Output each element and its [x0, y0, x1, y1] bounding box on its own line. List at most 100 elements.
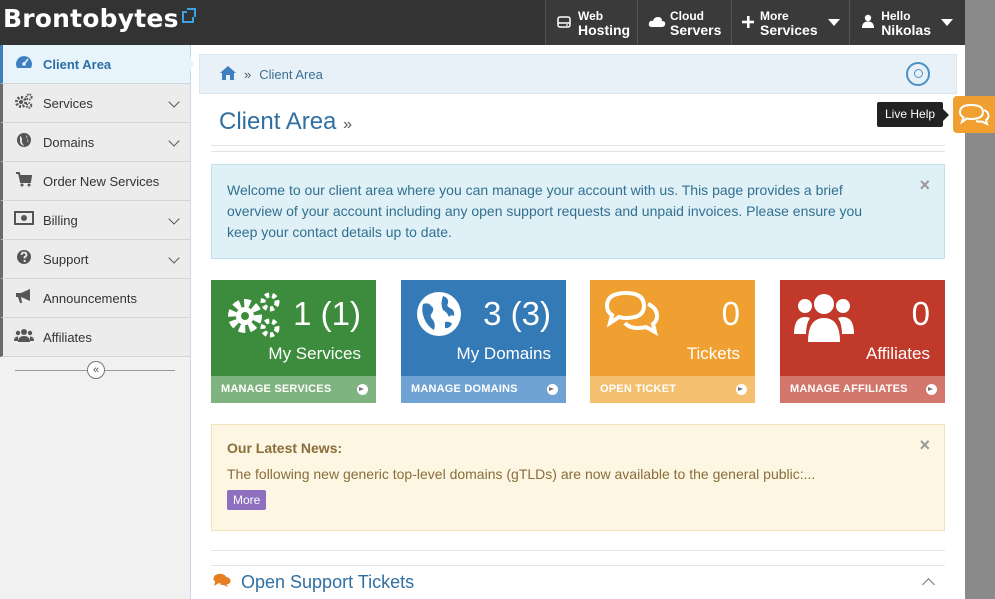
news-title: Our Latest News: [227, 440, 343, 456]
comments-icon [213, 573, 231, 592]
nav-user-name: Nikolas [881, 21, 931, 38]
sidebar-item-label: Client Area [43, 56, 112, 72]
nav-web-hosting-top: Web [578, 8, 604, 23]
tile-action-label: MANAGE AFFILIATES [790, 383, 908, 395]
page-title: Client Area » [219, 108, 352, 136]
collapse-sidebar-button[interactable]: « [87, 361, 105, 379]
chevron-down-icon [168, 135, 180, 147]
brand-name: Brontobytes [3, 4, 179, 33]
manage-domains-link[interactable]: MANAGE DOMAINS [401, 376, 566, 403]
sidebar-item-label: Services [43, 95, 93, 111]
nav-cloud-servers[interactable]: Cloud Servers [637, 0, 731, 45]
breadcrumb-current[interactable]: Client Area [259, 67, 323, 82]
page-title-suffix: » [343, 116, 352, 133]
tile-action-label: MANAGE DOMAINS [411, 383, 518, 395]
sidebar-item-domains[interactable]: Domains [0, 123, 190, 162]
sidebar-item-client-area[interactable]: Client Area [0, 45, 194, 84]
more-button[interactable]: More [227, 490, 267, 510]
live-help-tooltip: Live Help [877, 102, 950, 127]
chat-icon [958, 103, 990, 126]
tile-count: 0 [911, 295, 930, 332]
sidebar-item-announcements[interactable]: Announcements [0, 279, 190, 318]
close-icon[interactable]: × [919, 435, 930, 456]
tile-count: 0 [721, 295, 740, 332]
external-link-icon [181, 8, 196, 23]
nav-more-services[interactable]: More Services [731, 0, 849, 45]
gears-icon [13, 93, 35, 113]
tile-affiliates[interactable]: 0 Affiliates MANAGE AFFILIATES [780, 280, 945, 403]
close-icon[interactable]: × [919, 175, 930, 196]
chevron-down-icon [168, 252, 180, 264]
nav-web-hosting-bottom: Hosting [578, 21, 631, 38]
megaphone-icon [13, 288, 35, 308]
tile-services[interactable]: 1 (1) My Services MANAGE SERVICES [211, 280, 376, 403]
gears-icon [228, 292, 280, 338]
globe-icon [417, 292, 461, 336]
sidebar-item-services[interactable]: Services [0, 84, 190, 123]
tile-caption: Affiliates [866, 344, 930, 363]
sidebar-item-label: Support [43, 251, 89, 267]
open-ticket-link[interactable]: OPEN TICKET [590, 376, 755, 403]
cart-icon [13, 171, 35, 191]
tile-caption: Tickets [686, 344, 740, 363]
main-content: » Client Area Client Area » Welcome to o… [199, 45, 957, 599]
manage-affiliates-link[interactable]: MANAGE AFFILIATES [780, 376, 945, 403]
tile-caption: My Domains [456, 344, 551, 363]
divider [211, 145, 945, 146]
question-icon [13, 249, 35, 269]
cloud-icon [648, 15, 666, 31]
arrow-circle-right-icon [926, 384, 937, 395]
arrow-circle-right-icon [357, 384, 368, 395]
sidebar-item-order-new-services[interactable]: Order New Services [0, 162, 190, 201]
arrow-circle-right-icon [547, 384, 558, 395]
breadcrumb: » Client Area [199, 54, 957, 94]
tile-action-label: MANAGE SERVICES [221, 383, 332, 395]
welcome-text: Welcome to our client area where you can… [227, 182, 863, 240]
sidebar-collapse-row: « [0, 357, 190, 385]
tile-count: 1 (1) [293, 295, 361, 332]
users-icon [13, 327, 35, 347]
open-support-tickets-panel[interactable]: Open Support Tickets [211, 565, 945, 599]
chevron-down-icon [827, 19, 840, 26]
sidebar-item-billing[interactable]: Billing [0, 201, 190, 240]
sidebar-item-support[interactable]: Support [0, 240, 190, 279]
arrow-circle-right-icon [736, 384, 747, 395]
latest-news-panel: Our Latest News: The following new gener… [211, 424, 945, 531]
sidebar-item-label: Affiliates [43, 329, 92, 345]
money-icon [13, 211, 35, 229]
sidebar-item-label: Announcements [43, 290, 137, 306]
tile-caption: My Services [268, 344, 361, 363]
manage-services-link[interactable]: MANAGE SERVICES [211, 376, 376, 403]
tile-action-label: OPEN TICKET [600, 383, 677, 395]
dashboard-icon [13, 54, 35, 74]
chevron-up-icon[interactable] [922, 578, 935, 591]
nav-more-services-top: More [760, 8, 789, 23]
tickets-panel-title: Open Support Tickets [241, 572, 415, 592]
sidebar-item-affiliates[interactable]: Affiliates [0, 318, 190, 357]
sidebar-item-label: Domains [43, 134, 95, 150]
nav-cloud-servers-top: Cloud [670, 8, 704, 23]
tile-domains[interactable]: 3 (3) My Domains MANAGE DOMAINS [401, 280, 566, 403]
news-text: The following new generic top-level doma… [227, 466, 816, 482]
live-help-button[interactable] [953, 96, 995, 133]
tile-tickets[interactable]: 0 Tickets OPEN TICKET [590, 280, 755, 403]
nav-cloud-servers-bottom: Servers [670, 21, 722, 38]
brand-logo[interactable]: Brontobytes [3, 4, 196, 33]
nav-more-services-bottom: Services [760, 21, 818, 38]
nav-user-greeting: Hello [881, 8, 911, 23]
globe-icon [13, 132, 35, 152]
server-icon [556, 15, 572, 31]
search-icon[interactable] [906, 62, 930, 86]
users-icon [794, 294, 854, 342]
home-icon[interactable] [220, 65, 236, 83]
plus-icon [742, 15, 754, 31]
comments-icon [604, 290, 660, 336]
nav-user-menu[interactable]: Hello Nikolas [849, 0, 965, 45]
tile-count: 3 (3) [483, 295, 551, 332]
page-title-text: Client Area [219, 108, 337, 135]
user-icon [860, 14, 875, 31]
sidebar-item-label: Order New Services [43, 173, 160, 189]
right-scroll-strip [965, 0, 995, 599]
top-navbar: Brontobytes Web Hosting Cloud Servers More… [0, 0, 965, 45]
divider [211, 151, 945, 152]
